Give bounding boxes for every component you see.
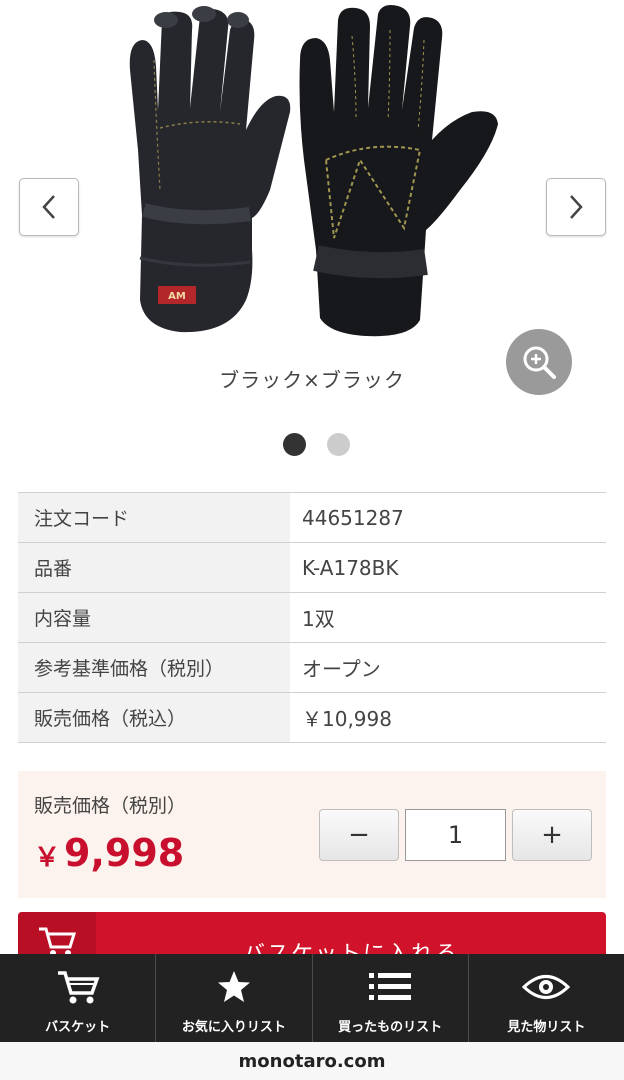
carousel-dot-1[interactable] xyxy=(283,433,306,456)
spec-label-reference-price: 参考基準価格（税別） xyxy=(18,643,290,692)
cart-icon xyxy=(57,971,100,1004)
spec-value-price-tax-incl: ￥10,998 xyxy=(302,707,392,731)
nav-item-basket[interactable]: バスケット xyxy=(0,954,157,1042)
eye-icon xyxy=(522,975,571,999)
quantity-input[interactable]: 1 xyxy=(405,809,506,861)
bottom-nav: バスケット お気に入りリスト 買ったものリスト 見た物リスト xyxy=(0,954,624,1042)
carousel-dot-2[interactable] xyxy=(327,433,350,456)
chevron-right-icon xyxy=(570,195,583,219)
nav-label-favorites: お気に入りリスト xyxy=(181,1020,286,1035)
spec-value-order-code: 44651287 xyxy=(302,505,404,530)
spec-label-order-code: 注文コード xyxy=(18,493,290,542)
nav-label-viewed: 見た物リスト xyxy=(507,1020,586,1035)
table-row: 参考基準価格（税別） オープン xyxy=(18,643,606,693)
product-gallery: AM ブラック×ブラック xyxy=(0,0,624,470)
spec-value-part-number: K-A178BK xyxy=(302,555,399,580)
list-icon xyxy=(369,973,412,1000)
browser-url-bar[interactable]: monotaro.com xyxy=(0,1042,624,1080)
chevron-left-icon xyxy=(42,195,55,219)
gallery-prev-button[interactable] xyxy=(19,178,79,236)
spec-value-contents: 1双 xyxy=(302,607,335,631)
variant-caption: ブラック×ブラック xyxy=(219,368,405,392)
spec-table: 注文コード 44651287 品番 K-A178BK 内容量 1双 参考基準価格… xyxy=(18,492,606,743)
price-currency: ￥ xyxy=(34,843,61,873)
sale-price: ￥ 9,998 xyxy=(34,831,184,875)
nav-label-basket: バスケット xyxy=(45,1020,111,1035)
nav-item-viewed[interactable]: 見た物リスト xyxy=(469,954,624,1042)
price-label: 販売価格（税別） xyxy=(34,795,187,817)
spec-label-price-tax-incl: 販売価格（税込） xyxy=(18,693,290,742)
quantity-increase-button[interactable]: + xyxy=(512,809,592,861)
nav-item-purchased[interactable]: 買ったものリスト xyxy=(313,954,469,1042)
price-box: 販売価格（税別） ￥ 9,998 − 1 + xyxy=(18,771,606,898)
svg-text:AM: AM xyxy=(168,291,186,302)
table-row: 品番 K-A178BK xyxy=(18,543,606,593)
spec-label-contents: 内容量 xyxy=(18,593,290,642)
product-image[interactable]: AM xyxy=(120,0,510,345)
quantity-decrease-button[interactable]: − xyxy=(319,809,399,861)
gallery-next-button[interactable] xyxy=(546,178,606,236)
star-icon xyxy=(217,971,250,1002)
table-row: 注文コード 44651287 xyxy=(18,493,606,543)
spec-value-reference-price: オープン xyxy=(302,657,381,681)
price-amount: 9,998 xyxy=(64,831,185,875)
spec-label-part-number: 品番 xyxy=(18,543,290,592)
nav-label-purchased: 買ったものリスト xyxy=(338,1020,443,1035)
nav-item-favorites[interactable]: お気に入りリスト xyxy=(156,954,313,1042)
table-row: 販売価格（税込） ￥10,998 xyxy=(18,693,606,743)
table-row: 内容量 1双 xyxy=(18,593,606,643)
